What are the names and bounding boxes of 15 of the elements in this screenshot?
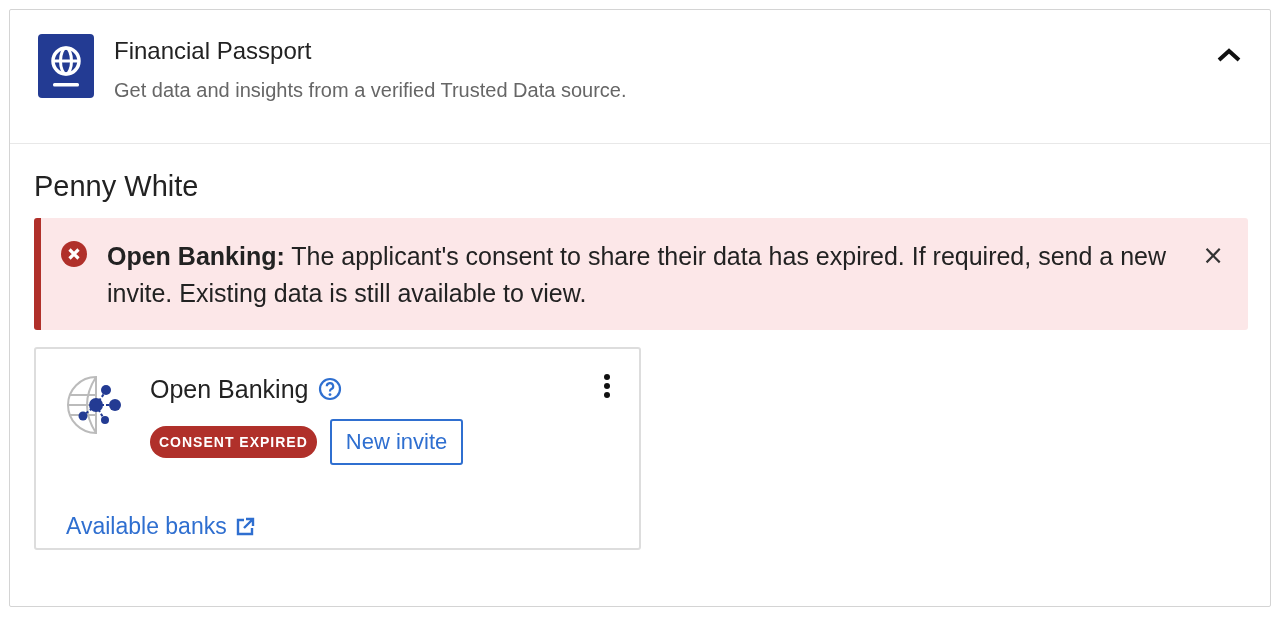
card-title: Open Banking bbox=[150, 374, 309, 405]
error-icon bbox=[61, 241, 87, 267]
collapse-chevron-icon[interactable] bbox=[1216, 47, 1242, 63]
new-invite-button[interactable]: New invite bbox=[329, 419, 464, 465]
available-banks-link[interactable]: Available banks bbox=[66, 505, 255, 548]
alert-message: Open Banking: The applicant's consent to share their data has expired. If required, send a new invite. Existing data is still available to view. bbox=[107, 241, 1168, 309]
close-button[interactable]: × bbox=[1202, 242, 1224, 268]
status-badge: CONSENT EXPIRED bbox=[150, 426, 317, 458]
panel-subtitle: Get data and insights from a verified Trusted Data source. bbox=[114, 78, 628, 103]
more-options-icon[interactable] bbox=[603, 373, 611, 399]
panel-title: Financial Passport bbox=[114, 36, 313, 66]
passport-globe-icon bbox=[38, 34, 94, 98]
applicant-name: Penny White bbox=[34, 169, 200, 204]
help-icon[interactable] bbox=[318, 377, 343, 401]
external-link-icon bbox=[234, 516, 255, 537]
